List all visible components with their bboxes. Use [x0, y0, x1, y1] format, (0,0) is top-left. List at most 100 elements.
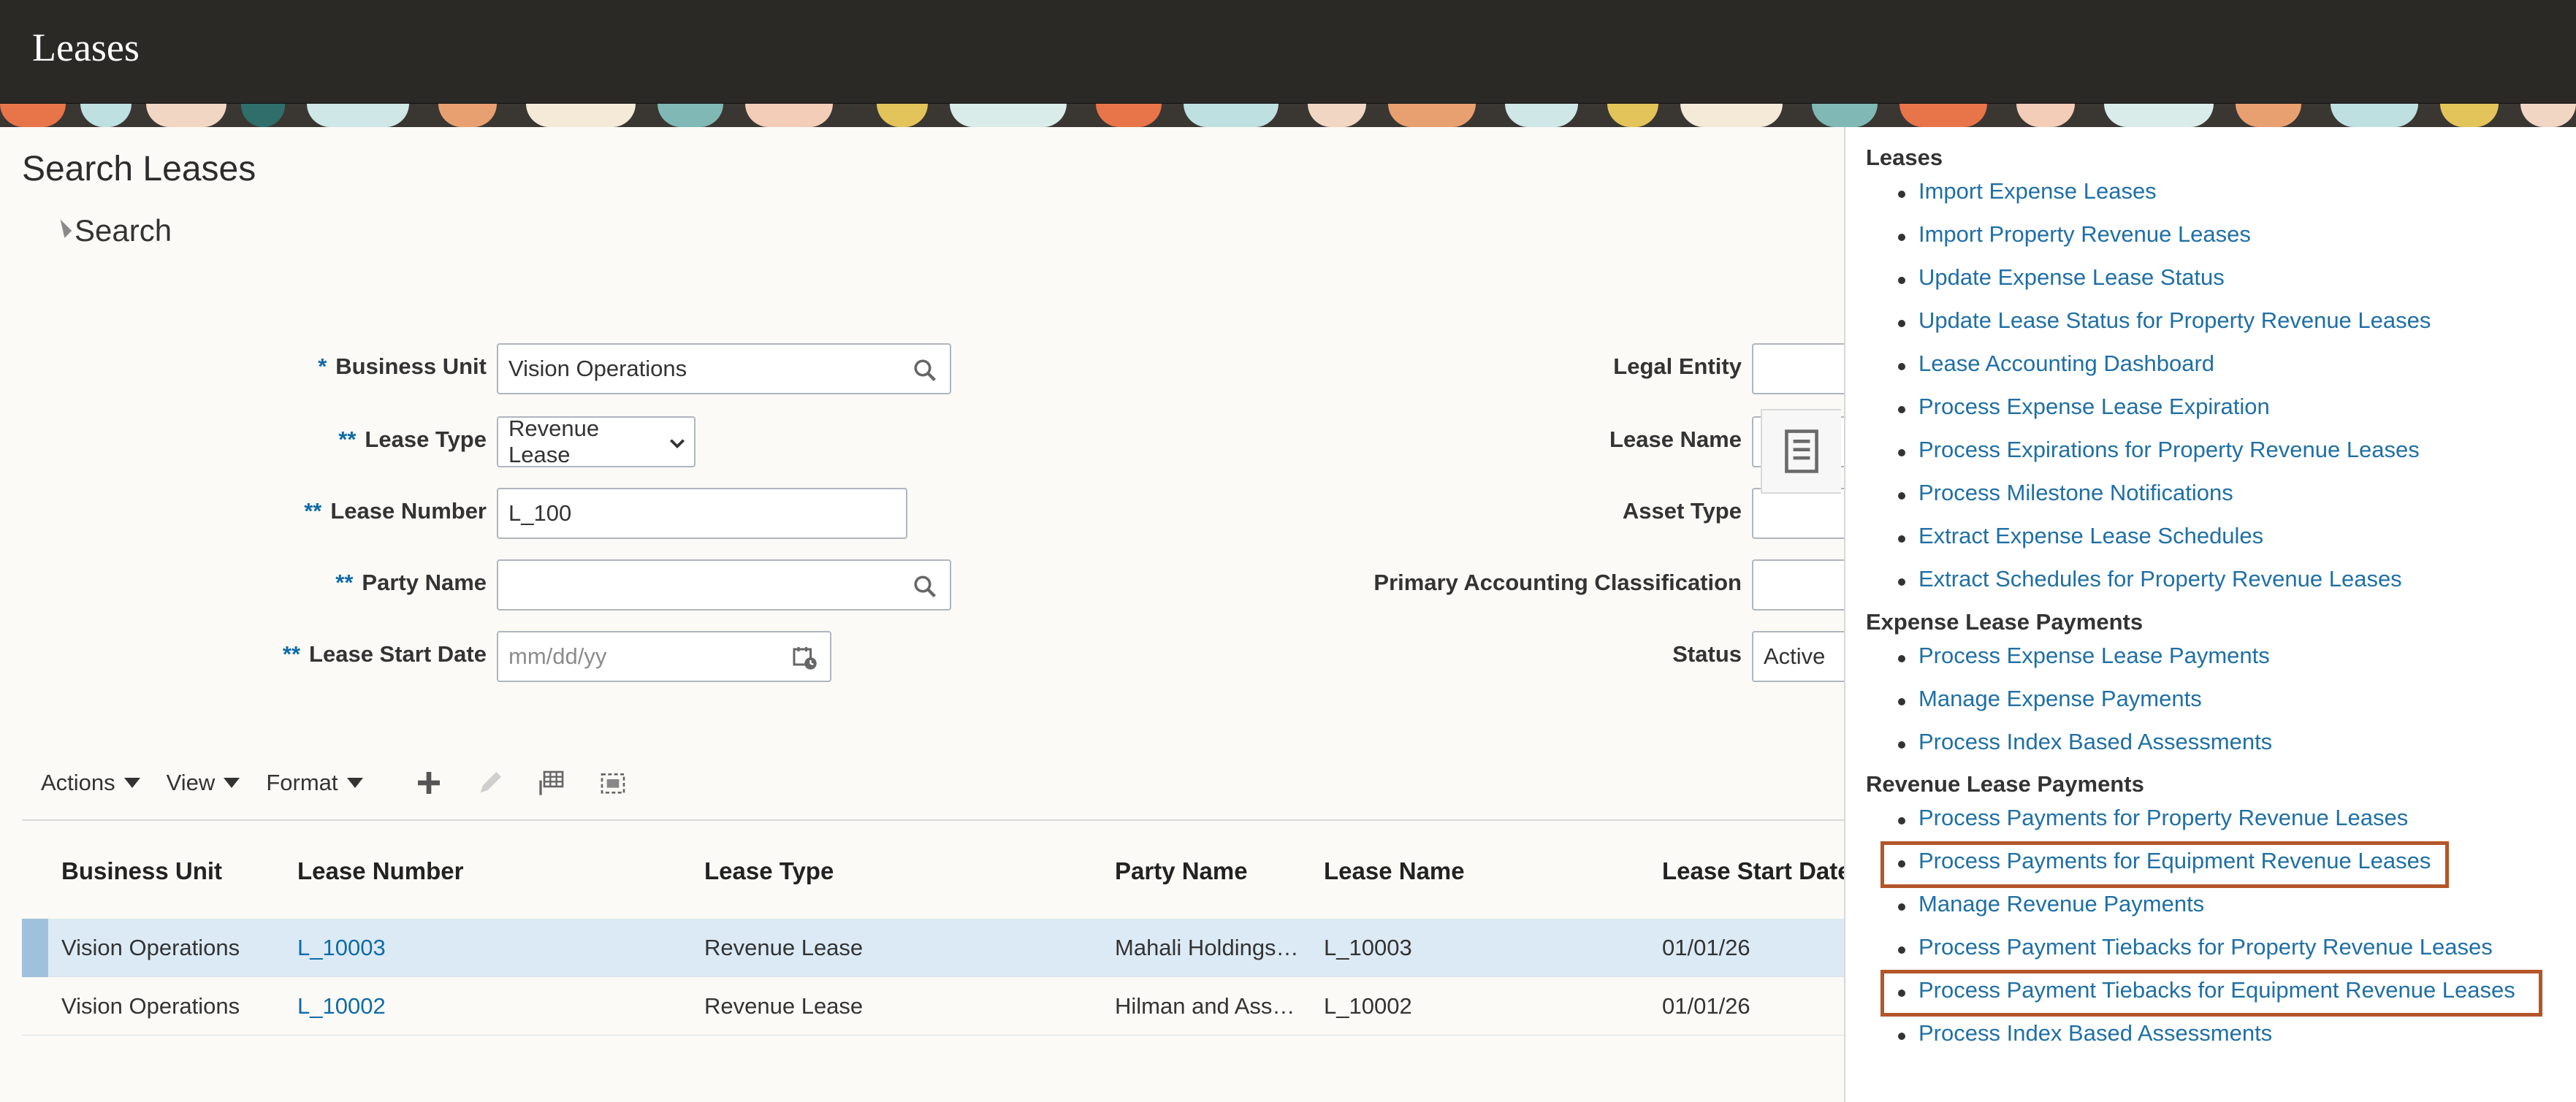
- view-menu[interactable]: View: [167, 770, 240, 796]
- asset-type-input[interactable]: [1752, 488, 1844, 539]
- lease-start-date-label: ** Lease Start Date: [282, 641, 487, 667]
- bullet-icon: [1898, 698, 1905, 705]
- bullet-icon: [1898, 492, 1905, 500]
- lease-start-date-input[interactable]: mm/dd/yy: [497, 631, 831, 682]
- task-link[interactable]: Manage Revenue Payments: [1918, 891, 2204, 917]
- search-icon[interactable]: [912, 357, 938, 383]
- bullet-icon: [1898, 449, 1905, 456]
- task-link[interactable]: Extract Expense Lease Schedules: [1918, 523, 2263, 549]
- task-link[interactable]: Process Index Based Assessments: [1918, 729, 2272, 755]
- party-name-field[interactable]: [497, 559, 951, 611]
- bullet-icon: [1898, 320, 1905, 327]
- bullet-icon: [1898, 234, 1905, 241]
- search-section-toggle[interactable]: Search: [51, 213, 172, 248]
- column-header[interactable]: Lease Number: [297, 857, 463, 885]
- lease-type-label: ** Lease Type: [338, 426, 487, 452]
- table-row[interactable]: Vision Operations L_10002 Revenue Lease …: [22, 977, 1844, 1036]
- table-cell: L_10002: [1324, 993, 1412, 1019]
- bullet-icon: [1898, 741, 1905, 749]
- lease-number-link[interactable]: L_10003: [297, 935, 386, 961]
- table-cell: Mahali Holdings…: [1115, 935, 1299, 960]
- format-menu[interactable]: Format: [266, 770, 363, 796]
- table-row[interactable]: Vision Operations L_10003 Revenue Lease …: [22, 919, 1844, 977]
- table-cell: L_10003: [1324, 935, 1412, 960]
- lease-name-label: Lease Name: [1609, 426, 1742, 452]
- caret-down-icon: [123, 778, 140, 788]
- table-cell: 01/01/26: [1662, 935, 1750, 960]
- task-link[interactable]: Process Index Based Assessments: [1918, 1020, 2272, 1046]
- table-divider: [22, 819, 1844, 821]
- results-toolbar: Actions View Format: [41, 768, 660, 797]
- highlight-box: [1880, 841, 2449, 888]
- task-link[interactable]: Import Property Revenue Leases: [1918, 221, 2251, 248]
- lease-number-link[interactable]: L_10002: [297, 993, 386, 1019]
- freeze-columns-icon[interactable]: [537, 768, 566, 797]
- app-title: Leases: [32, 26, 140, 69]
- column-header[interactable]: Business Unit: [61, 857, 222, 885]
- bullet-icon: [1898, 1033, 1905, 1040]
- table-cell: Vision Operations: [61, 935, 240, 960]
- tasks-panel-toggle[interactable]: [1761, 409, 1841, 494]
- lease-number-label: ** Lease Number: [304, 498, 487, 524]
- task-link[interactable]: Process Expense Lease Payments: [1918, 643, 2270, 669]
- bullet-icon: [1898, 535, 1905, 543]
- bullet-icon: [1898, 578, 1905, 586]
- status-select[interactable]: Active: [1752, 631, 1844, 682]
- table-cell: Hilman and Ass…: [1115, 993, 1295, 1019]
- decorative-banner: [0, 104, 2576, 127]
- lease-type-select[interactable]: Revenue Lease: [497, 416, 696, 467]
- app-header: Leases: [0, 0, 2576, 104]
- asset-type-label: Asset Type: [1622, 498, 1742, 524]
- calendar-icon[interactable]: [792, 645, 818, 671]
- task-link[interactable]: Process Expirations for Property Revenue…: [1918, 437, 2420, 463]
- task-link[interactable]: Process Expense Lease Expiration: [1918, 394, 2270, 420]
- highlight-box: [1880, 970, 2542, 1017]
- search-section-title: Search: [75, 213, 172, 248]
- add-icon[interactable]: [414, 768, 443, 797]
- task-link[interactable]: Import Expense Leases: [1918, 178, 2157, 204]
- business-unit-field[interactable]: Vision Operations: [497, 343, 951, 394]
- lease-number-input[interactable]: L_100: [497, 488, 907, 539]
- bullet-icon: [1898, 277, 1905, 284]
- table-cell: Vision Operations: [61, 993, 240, 1019]
- legal-entity-input[interactable]: [1752, 343, 1844, 394]
- task-link[interactable]: Process Milestone Notifications: [1918, 480, 2233, 506]
- detach-icon[interactable]: [598, 768, 628, 797]
- business-unit-label: * Business Unit: [318, 353, 487, 379]
- column-header[interactable]: Lease Name: [1324, 857, 1465, 885]
- primary-accounting-classification-input[interactable]: [1752, 559, 1844, 611]
- bullet-icon: [1898, 363, 1905, 370]
- column-header[interactable]: Lease Type: [704, 857, 834, 885]
- collapse-triangle-icon: [53, 219, 72, 238]
- column-header[interactable]: Lease Start Date: [1662, 857, 1844, 885]
- bullet-icon: [1898, 191, 1905, 198]
- party-name-label: ** Party Name: [335, 570, 487, 595]
- table-cell: Revenue Lease: [704, 935, 864, 960]
- column-header[interactable]: Party Name: [1115, 857, 1248, 885]
- task-link[interactable]: Extract Schedules for Property Revenue L…: [1918, 566, 2402, 592]
- task-link[interactable]: Process Payment Tiebacks for Property Re…: [1918, 934, 2493, 960]
- table-cell: Revenue Lease: [704, 993, 864, 1019]
- bullet-icon: [1898, 903, 1905, 911]
- bullet-icon: [1898, 946, 1905, 954]
- results-table: Business Unit Lease Number Lease Type Pa…: [22, 828, 1844, 1036]
- chevron-down-icon: [669, 439, 685, 449]
- section-title-leases: Leases: [1866, 145, 1943, 170]
- table-cell: 01/01/26: [1662, 993, 1750, 1019]
- search-icon[interactable]: [912, 573, 938, 600]
- actions-menu[interactable]: Actions: [41, 770, 140, 796]
- legal-entity-label: Legal Entity: [1613, 353, 1742, 379]
- caret-down-icon: [346, 778, 363, 788]
- task-link[interactable]: Process Payments for Property Revenue Le…: [1918, 805, 2408, 831]
- primary-accounting-classification-label: Primary Accounting Classification: [1373, 570, 1742, 595]
- edit-pencil-icon[interactable]: [476, 768, 505, 797]
- task-link[interactable]: Update Expense Lease Status: [1918, 264, 2225, 291]
- task-link[interactable]: Lease Accounting Dashboard: [1918, 351, 2214, 377]
- bullet-icon: [1898, 817, 1905, 824]
- section-title-revenue-lease-payments: Revenue Lease Payments: [1866, 771, 2144, 797]
- section-title-expense-lease-payments: Expense Lease Payments: [1866, 609, 2144, 635]
- page-title: Search Leases: [22, 150, 256, 188]
- bullet-icon: [1898, 655, 1905, 662]
- task-link[interactable]: Manage Expense Payments: [1918, 686, 2202, 712]
- task-link[interactable]: Update Lease Status for Property Revenue…: [1918, 307, 2431, 334]
